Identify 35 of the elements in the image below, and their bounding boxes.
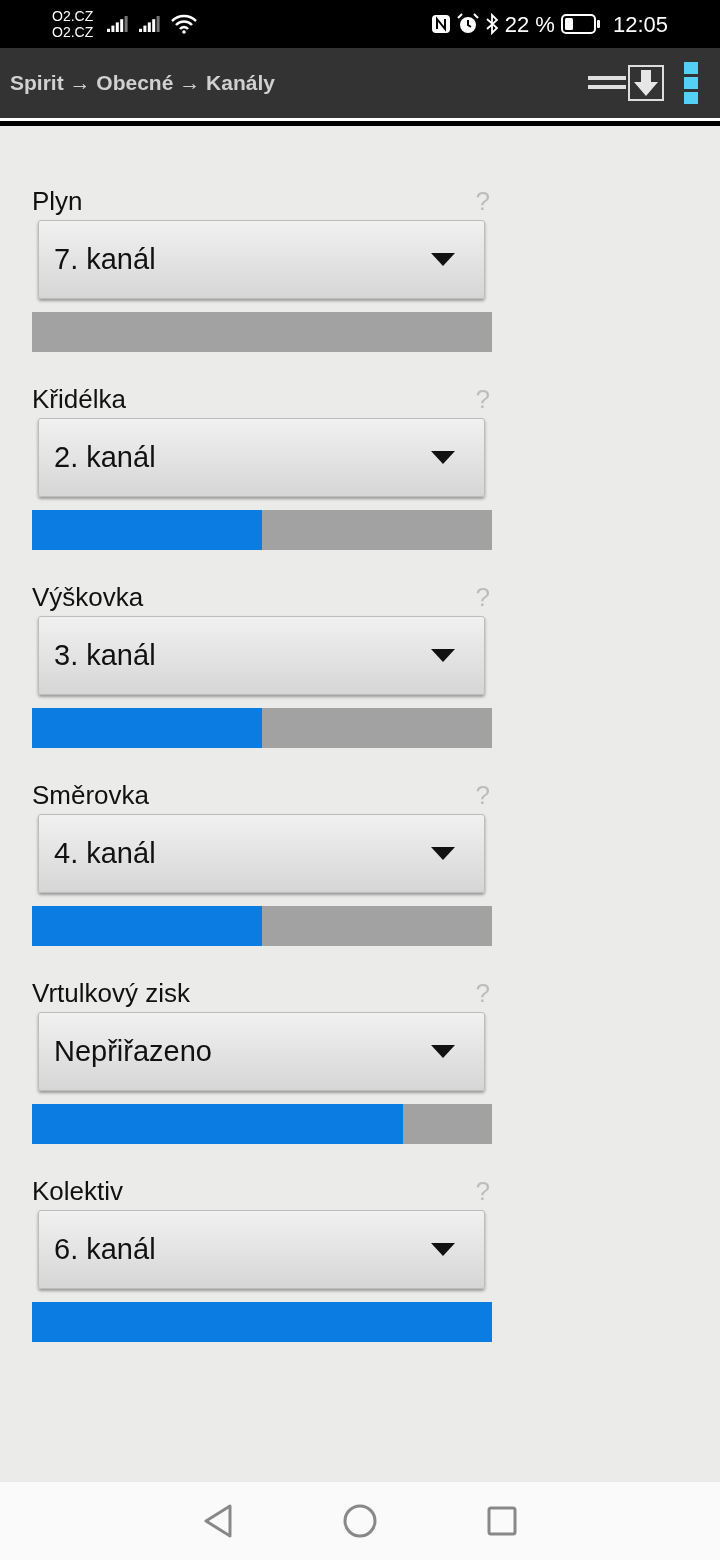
channel-select[interactable]: Nepřiřazeno — [38, 1012, 485, 1091]
alarm-icon — [456, 13, 479, 35]
bluetooth-icon — [484, 13, 499, 35]
channel-label: Výškovka — [32, 581, 144, 614]
carrier-name: O2.CZ — [52, 8, 94, 24]
back-icon[interactable] — [203, 1504, 233, 1538]
dropdown-arrow-icon — [431, 1243, 455, 1256]
nfc-icon — [430, 14, 451, 34]
channel-select[interactable]: 4. kanál — [38, 814, 485, 893]
channel-label: Křidélka — [32, 383, 126, 416]
channel-label: Kolektiv — [32, 1175, 124, 1208]
carrier-name: O2.CZ — [52, 24, 94, 40]
dropdown-arrow-icon — [431, 451, 455, 464]
signal-icon — [139, 16, 162, 34]
home-icon[interactable] — [343, 1504, 377, 1538]
clock: 12:05 — [612, 10, 668, 39]
battery-percent: 22 % — [504, 10, 555, 39]
channel-label: Směrovka — [32, 779, 150, 812]
dropdown-arrow-icon — [431, 1045, 455, 1058]
channel-select[interactable]: 3. kanál — [38, 616, 485, 695]
dropdown-arrow-icon — [431, 253, 455, 266]
breadcrumb: Spirit → Obecné → Kanály — [10, 70, 276, 97]
dropdown-arrow-icon — [431, 649, 455, 662]
channel-select[interactable]: 2. kanál — [38, 418, 485, 497]
battery-icon — [560, 13, 601, 35]
dropdown-arrow-icon — [431, 847, 455, 860]
download-icon[interactable] — [628, 65, 664, 101]
more-icon[interactable] — [684, 62, 698, 104]
channel-select[interactable]: 6. kanál — [38, 1210, 485, 1289]
wifi-icon — [171, 14, 198, 34]
recents-icon[interactable] — [487, 1506, 517, 1536]
channel-label: Plyn — [32, 185, 83, 218]
channel-select[interactable]: 7. kanál — [38, 220, 485, 299]
signal-icon — [107, 16, 130, 34]
channel-label: Vrtulkový zisk — [32, 977, 190, 1010]
